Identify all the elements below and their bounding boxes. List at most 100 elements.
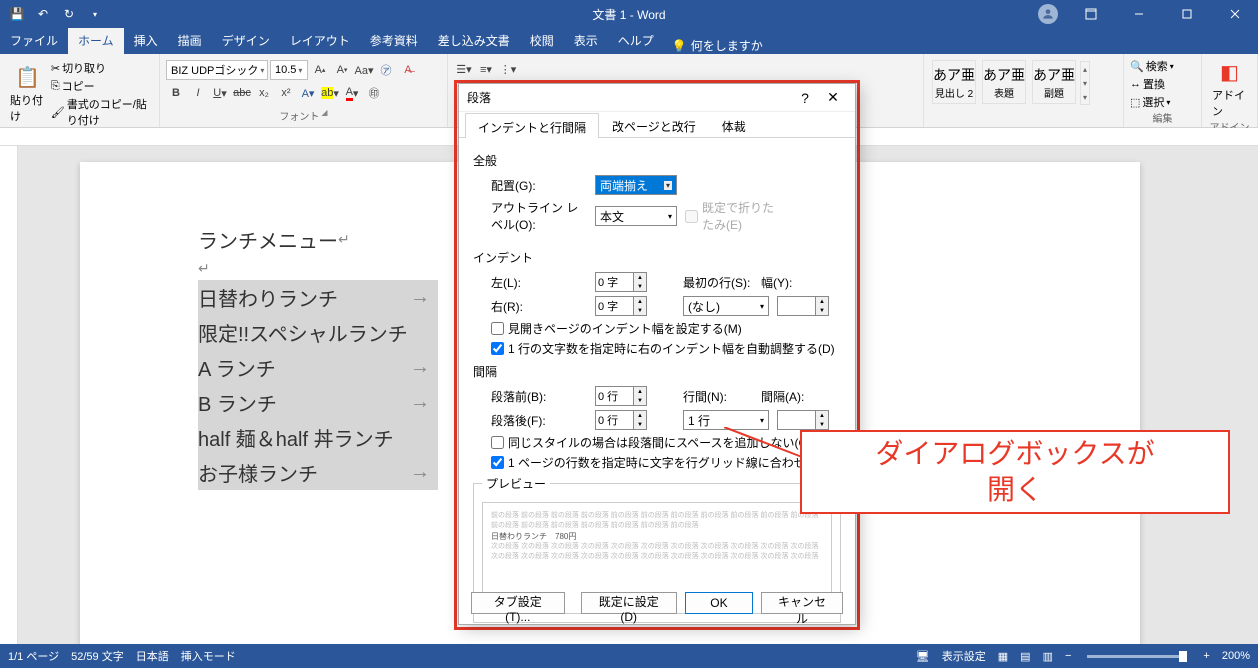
indent-right-spinner[interactable]: ▲▼ (595, 296, 647, 316)
change-case-button[interactable]: Aa▾ (354, 61, 374, 79)
indent-left-spinner[interactable]: ▲▼ (595, 272, 647, 292)
alignment-combo[interactable]: 両端揃え▾ (595, 175, 677, 195)
addin-button[interactable]: ◧アドイン (1208, 56, 1251, 119)
cut-button[interactable]: ✂切り取り (51, 60, 153, 76)
vertical-ruler[interactable] (0, 146, 18, 644)
strike-button[interactable]: abc (232, 84, 252, 102)
spin-up-icon[interactable]: ▲ (634, 297, 646, 306)
spin-down-icon[interactable]: ▼ (634, 306, 646, 315)
zoom-out-icon[interactable]: − (1065, 650, 1071, 662)
font-size-combo[interactable]: 10.5▾ (270, 60, 308, 80)
spacing-at-spinner[interactable]: ▲▼ (777, 410, 829, 430)
underline-button[interactable]: U▾ (210, 84, 230, 102)
font-color-button[interactable]: A▾ (342, 84, 362, 102)
doc-line[interactable]: 日替わりランチ→ (198, 280, 438, 315)
indent-by-spinner[interactable]: ▲▼ (777, 296, 829, 316)
highlight-button[interactable]: ab▾ (320, 84, 340, 102)
tab-review[interactable]: 校閲 (520, 27, 564, 54)
doc-line[interactable]: half 麺＆half 丼ランチ (198, 420, 438, 455)
redo-icon[interactable]: ↻ (58, 3, 80, 25)
doc-line[interactable]: お子様ランチ→ (198, 455, 438, 490)
spin-up-icon[interactable]: ▲ (634, 273, 646, 282)
doc-line[interactable]: 限定!!スペシャルランチ (198, 315, 438, 350)
display-settings-icon[interactable]: 🖥 (916, 650, 930, 663)
zoom-thumb[interactable] (1179, 651, 1187, 662)
style-title[interactable]: あア亜表題 (982, 60, 1026, 104)
status-language[interactable]: 日本語 (136, 648, 169, 664)
dialog-tab-typography[interactable]: 体裁 (709, 112, 759, 137)
save-icon[interactable]: 💾 (6, 3, 28, 25)
tab-draw[interactable]: 描画 (168, 27, 212, 54)
view-print-icon[interactable]: ▦ (998, 650, 1008, 663)
tab-home[interactable]: ホーム (68, 27, 124, 54)
tell-me[interactable]: 💡 何をしますか (664, 37, 771, 54)
text-effects-button[interactable]: A▾ (298, 84, 318, 102)
doc-title-line[interactable]: ランチメニュー↵ (198, 222, 438, 257)
status-display-settings[interactable]: 表示設定 (942, 648, 986, 664)
find-button[interactable]: 🔍検索▾ (1130, 58, 1195, 74)
snap-grid-checkbox[interactable] (491, 456, 504, 469)
mirror-indent-checkbox[interactable] (491, 322, 504, 335)
space-after-spinner[interactable]: ▲▼ (595, 410, 647, 430)
spin-down-icon[interactable]: ▼ (816, 420, 828, 429)
status-insert-mode[interactable]: 挿入モード (181, 648, 236, 664)
status-page[interactable]: 1/1 ページ (8, 648, 59, 664)
subscript-button[interactable]: x₂ (254, 84, 274, 102)
grow-font-button[interactable]: A▴ (310, 61, 330, 79)
window-close-icon[interactable] (1212, 0, 1258, 28)
tab-design[interactable]: デザイン (212, 27, 280, 54)
spin-up-icon[interactable]: ▲ (634, 411, 646, 420)
replace-button[interactable]: ↔置換 (1130, 76, 1195, 92)
dialog-tab-indent[interactable]: インデントと行間隔 (465, 113, 599, 138)
cancel-button[interactable]: キャンセル (761, 592, 843, 614)
style-heading2[interactable]: あア亜見出し 2 (932, 60, 976, 104)
status-words[interactable]: 52/59 文字 (71, 648, 124, 664)
multilevel-button[interactable]: ⋮▾ (498, 60, 518, 78)
tab-file[interactable]: ファイル (0, 27, 68, 54)
undo-icon[interactable]: ↶ (32, 3, 54, 25)
spin-down-icon[interactable]: ▼ (634, 282, 646, 291)
styles-more-icon[interactable]: ▴▾▾ (1080, 61, 1090, 105)
superscript-button[interactable]: x² (276, 84, 296, 102)
line-spacing-combo[interactable]: 1 行▾ (683, 410, 769, 430)
spin-down-icon[interactable]: ▼ (816, 306, 828, 315)
phonetic-guide-button[interactable]: ㋐ (376, 61, 396, 79)
view-web-icon[interactable]: ▥ (1043, 650, 1053, 663)
select-button[interactable]: ⬚選択▾ (1130, 94, 1195, 110)
bold-button[interactable]: B (166, 84, 186, 102)
tab-help[interactable]: ヘルプ (608, 27, 664, 54)
numbering-button[interactable]: ≡▾ (476, 60, 496, 78)
tab-mailings[interactable]: 差し込み文書 (428, 27, 520, 54)
dialog-help-icon[interactable]: ? (791, 90, 819, 106)
zoom-in-icon[interactable]: + (1203, 650, 1209, 662)
bullets-button[interactable]: ☰▾ (454, 60, 474, 78)
doc-line[interactable]: B ランチ→ (198, 385, 438, 420)
set-default-button[interactable]: 既定に設定(D) (581, 592, 677, 614)
enclose-char-button[interactable]: ㊞ (364, 84, 384, 102)
auto-adjust-checkbox[interactable] (491, 342, 504, 355)
font-name-combo[interactable]: BIZ UDPゴシック▾ (166, 60, 268, 80)
doc-empty-line[interactable]: ↵ (198, 257, 438, 280)
clear-format-button[interactable]: A̶ (398, 61, 418, 79)
view-read-icon[interactable]: ▤ (1020, 650, 1030, 663)
tab-view[interactable]: 表示 (564, 27, 608, 54)
qat-customize-icon[interactable]: ▾ (84, 3, 106, 25)
spin-up-icon[interactable]: ▲ (816, 411, 828, 420)
first-line-combo[interactable]: (なし)▾ (683, 296, 769, 316)
space-before-spinner[interactable]: ▲▼ (595, 386, 647, 406)
style-subtitle[interactable]: あア亜副題 (1032, 60, 1076, 104)
dialog-tab-break[interactable]: 改ページと改行 (599, 112, 709, 137)
paste-button[interactable]: 📋貼り付け (6, 61, 49, 124)
format-painter-button[interactable]: 🖌書式のコピー/貼り付け (51, 96, 153, 128)
spin-down-icon[interactable]: ▼ (634, 396, 646, 405)
window-minimize-icon[interactable] (1116, 0, 1162, 28)
font-launcher-icon[interactable]: ◢ (321, 108, 327, 123)
dialog-close-icon[interactable]: ✕ (819, 89, 847, 106)
no-space-checkbox[interactable] (491, 436, 504, 449)
italic-button[interactable]: I (188, 84, 208, 102)
tab-insert[interactable]: 挿入 (124, 27, 168, 54)
shrink-font-button[interactable]: A▾ (332, 61, 352, 79)
tabs-button[interactable]: タブ設定(T)... (471, 592, 565, 614)
zoom-slider[interactable] (1087, 655, 1187, 658)
ribbon-display-icon[interactable] (1068, 0, 1114, 28)
